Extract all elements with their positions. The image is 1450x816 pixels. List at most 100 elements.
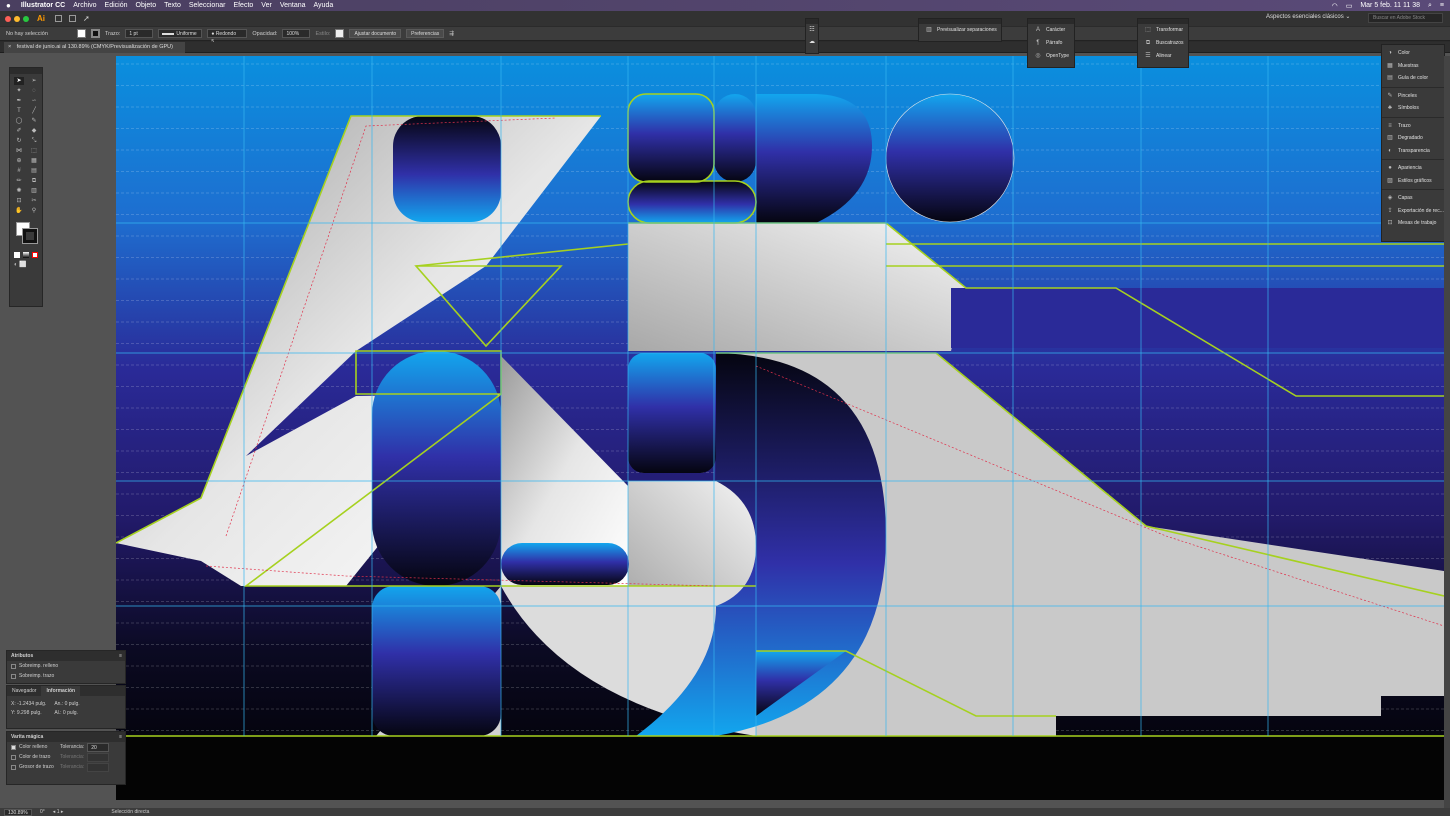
artboard-nav[interactable]: ◂ 1 ▸ <box>53 809 64 815</box>
panel-menu-icon[interactable]: ≡ <box>119 651 122 661</box>
arrange-documents-icon[interactable] <box>69 15 76 22</box>
style-swatch[interactable] <box>335 29 345 38</box>
blend-tool-icon[interactable]: ⧉ <box>29 177 39 185</box>
stock-search-input[interactable]: Buscar en Adobe Stock <box>1368 13 1443 23</box>
stroke-weight-field[interactable]: 1 pt <box>125 29 154 38</box>
opentype-item[interactable]: ◎ OpenType <box>1028 50 1074 63</box>
stroke-color-icon[interactable] <box>22 228 38 244</box>
attributes-title[interactable]: Atributos ≡ <box>7 651 125 661</box>
menu-ventana[interactable]: Ventana <box>280 2 306 9</box>
hand-tool-icon[interactable]: ✋ <box>14 207 24 215</box>
app-menu[interactable]: Illustrator CC <box>21 2 65 9</box>
panel-color-guide[interactable]: ▤ Guía de color <box>1382 72 1444 85</box>
selection-tool-icon[interactable]: ➤ <box>14 77 24 85</box>
align-item[interactable]: ☰ Alinear <box>1138 50 1188 63</box>
cc-libraries-icon[interactable]: ☷ <box>806 24 818 36</box>
rotate-tool-icon[interactable]: ↻ <box>14 137 24 145</box>
rotation-field[interactable]: 0° <box>40 809 45 815</box>
clock[interactable]: Mar 5 feb. 11 11 38 <box>1360 2 1420 9</box>
panel-graphic-styles[interactable]: ▨ Estilos gráficos <box>1382 175 1444 188</box>
paragraph-item[interactable]: ¶ Párrafo <box>1028 37 1074 50</box>
panel-artboards[interactable]: ⊡ Mesas de trabajo <box>1382 217 1444 230</box>
gradient-tool-icon[interactable]: ▤ <box>29 167 39 175</box>
stroke-weight-checkbox[interactable] <box>11 764 16 770</box>
panel-stroke[interactable]: ≡ Trazo <box>1382 120 1444 133</box>
menu-edicion[interactable]: Edición <box>105 2 128 9</box>
document-setup-button[interactable]: Ajustar documento <box>349 29 402 38</box>
panel-brushes[interactable]: ✎ Pinceles <box>1382 90 1444 103</box>
menu-texto[interactable]: Texto <box>164 2 181 9</box>
workspace-switcher[interactable]: Aspectos esenciales clásicos ⌄ <box>1266 13 1350 20</box>
lasso-tool-icon[interactable]: ◌ <box>29 87 39 95</box>
magic-wand-tool-icon[interactable]: ✦ <box>14 87 24 95</box>
eraser-tool-icon[interactable]: ◆ <box>29 127 39 135</box>
pen-tool-icon[interactable]: ✒ <box>14 97 24 105</box>
slice-tool-icon[interactable]: ✂ <box>29 197 39 205</box>
stroke-profile-select[interactable]: Uniforme <box>158 29 203 38</box>
minimize-window-icon[interactable] <box>14 15 20 22</box>
brush-select[interactable]: ● Redondo 5... <box>207 29 248 45</box>
tab-navigator[interactable]: Navegador <box>7 686 41 696</box>
gpu-performance-icon[interactable]: ➚ <box>83 14 90 23</box>
wifi-icon[interactable]: ◠ <box>1332 2 1338 10</box>
eyedropper-tool-icon[interactable]: ✏ <box>14 177 24 185</box>
overprint-fill-checkbox[interactable] <box>11 663 16 669</box>
tab-information[interactable]: Información <box>41 686 81 696</box>
wand-row-weight[interactable]: Grosor de trazo Tolerancia: <box>7 762 125 772</box>
wand-row-fill[interactable]: Color relleno Tolerancia: 20 <box>7 742 125 752</box>
color-mode-icon[interactable] <box>14 252 20 258</box>
menu-archivo[interactable]: Archivo <box>73 2 96 9</box>
fill-color-checkbox[interactable] <box>11 744 16 750</box>
paintbrush-tool-icon[interactable]: ✎ <box>29 117 39 125</box>
menu-list-icon[interactable]: ≡ <box>1440 2 1444 9</box>
magic-wand-title[interactable]: Varita mágica ≡ <box>7 732 125 742</box>
gradient-mode-icon[interactable] <box>23 252 29 258</box>
none-mode-icon[interactable] <box>32 252 38 258</box>
perspective-grid-tool-icon[interactable]: ▦ <box>29 157 39 165</box>
fill-swatch[interactable] <box>77 29 86 38</box>
shape-builder-tool-icon[interactable]: ⊕ <box>14 157 24 165</box>
symbol-sprayer-tool-icon[interactable]: ✺ <box>14 187 24 195</box>
menu-ayuda[interactable]: Ayuda <box>314 2 334 9</box>
menu-efecto[interactable]: Efecto <box>233 2 253 9</box>
fill-tolerance-field[interactable]: 20 <box>87 742 110 752</box>
preferences-button[interactable]: Preferencias <box>406 29 445 38</box>
character-item[interactable]: A Carácter <box>1028 24 1074 37</box>
panel-symbols[interactable]: ♣ Símbolos <box>1382 102 1444 115</box>
stroke-color-checkbox[interactable] <box>11 754 16 760</box>
pathfinder-item[interactable]: ⧉ Buscatrazos <box>1138 37 1188 50</box>
panel-swatches[interactable]: ▦ Muestras <box>1382 60 1444 73</box>
bridge-icon[interactable] <box>55 15 62 22</box>
graph-tool-icon[interactable]: ▥ <box>29 187 39 195</box>
stroke-swatch[interactable] <box>91 29 100 38</box>
fill-stroke-control[interactable] <box>14 220 38 250</box>
overprint-stroke-checkbox[interactable] <box>11 673 16 679</box>
line-tool-icon[interactable]: ╱ <box>29 107 39 115</box>
vertical-scrollbar[interactable] <box>1444 56 1450 808</box>
type-tool-icon[interactable]: T <box>14 107 24 115</box>
scale-tool-icon[interactable]: ⤡ <box>29 137 39 145</box>
asset-export-icon[interactable]: ☁ <box>806 36 818 48</box>
zoom-tool-icon[interactable]: ⚲ <box>29 207 39 215</box>
opacity-field[interactable]: 100% <box>282 29 311 38</box>
document-tab[interactable]: × festival de junio.ai al 130.89% (CMYK/… <box>4 42 185 53</box>
wand-row-stroke[interactable]: Color de trazo Tolerancia: <box>7 752 125 762</box>
menu-objeto[interactable]: Objeto <box>136 2 157 9</box>
close-window-icon[interactable] <box>5 15 11 22</box>
overprint-fill-row[interactable]: Sobreimp. relleno <box>7 661 125 671</box>
panel-asset-export[interactable]: ⇪ Exportación de rec... <box>1382 205 1444 218</box>
ellipse-tool-icon[interactable]: ◯ <box>14 117 24 125</box>
zoom-window-icon[interactable] <box>23 15 29 22</box>
panel-transparency[interactable]: ◐ Transparencia <box>1382 145 1444 158</box>
free-transform-tool-icon[interactable]: ⬚ <box>29 147 39 155</box>
search-icon[interactable]: ⌕ <box>1428 2 1432 10</box>
apple-icon[interactable]: ● <box>6 1 11 10</box>
curvature-tool-icon[interactable]: ∽ <box>29 97 39 105</box>
transform-item[interactable]: ⬚ Transformar <box>1138 24 1188 37</box>
overprint-stroke-row[interactable]: Sobreimp. trazo <box>7 671 125 681</box>
panel-layers[interactable]: ◈ Capas <box>1382 192 1444 205</box>
panel-gradient[interactable]: ▥ Degradado <box>1382 132 1444 145</box>
menu-ver[interactable]: Ver <box>261 2 272 9</box>
shaper-tool-icon[interactable]: ✐ <box>14 127 24 135</box>
drawing-mode-icon[interactable]: ◐ ⬜ <box>10 258 42 271</box>
